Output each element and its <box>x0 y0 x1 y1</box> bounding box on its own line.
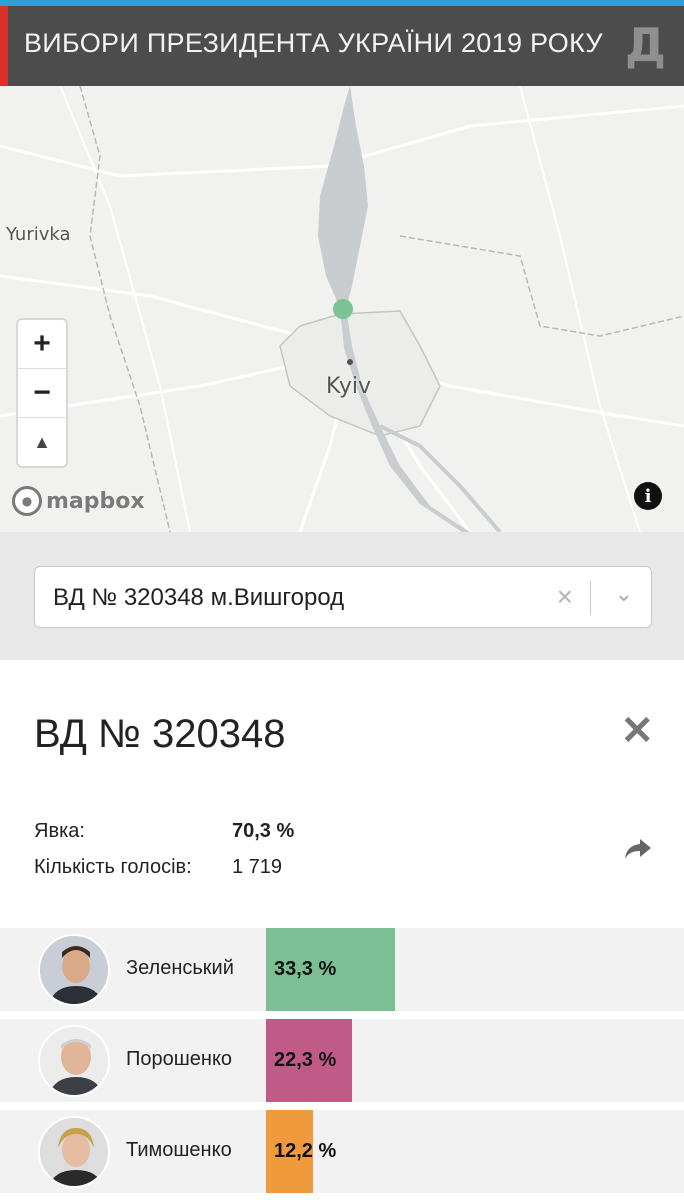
votes-label: Кількість голосів: <box>34 856 192 878</box>
turnout-label: Явка: <box>34 820 85 842</box>
district-select-panel: ВД № 320348 м.Вишгород × ⌄ <box>0 532 684 660</box>
zoom-out-button[interactable]: − <box>18 369 66 418</box>
share-button[interactable] <box>624 836 652 867</box>
district-select-value: ВД № 320348 м.Вишгород <box>53 584 345 611</box>
candidate-row[interactable]: Порошенко 22,3 % <box>0 1019 684 1102</box>
candidate-name: Тимошенко <box>126 1139 232 1161</box>
map-info-button[interactable]: i <box>634 482 662 510</box>
compass-reset-button[interactable]: ▲ <box>18 418 66 467</box>
share-icon <box>625 839 651 859</box>
page-header: ВИБОРИ ПРЕЗИДЕНТА УКРАЇНИ 2019 РОКУ Д <box>0 6 684 86</box>
candidate-percent: 22,3 % <box>274 1049 337 1071</box>
map-view[interactable]: Kyiv Yurivka + − ▲ ● mapbox i <box>0 86 684 532</box>
site-logo[interactable]: Д <box>625 18 666 72</box>
close-icon[interactable]: ✕ <box>620 708 654 754</box>
candidate-name: Порошенко <box>126 1048 233 1070</box>
turnout-value: 70,3 % <box>232 820 295 842</box>
district-select[interactable]: ВД № 320348 м.Вишгород × ⌄ <box>34 566 652 628</box>
select-separator <box>590 581 591 615</box>
candidate-name: Зеленський <box>126 957 234 979</box>
votes-value: 1 719 <box>232 856 283 878</box>
district-title: ВД № 320348 <box>34 712 286 756</box>
candidate-row[interactable]: Зеленський 33,3 % <box>0 928 684 1011</box>
chevron-down-icon[interactable]: ⌄ <box>615 581 633 607</box>
candidate-row[interactable]: Тимошенко 12,2 % <box>0 1110 684 1193</box>
mapbox-icon: ● <box>12 486 42 516</box>
mapbox-wordmark: mapbox <box>46 488 145 514</box>
map-label-kyiv: Kyiv <box>326 374 371 399</box>
candidate-percent: 33,3 % <box>274 958 337 980</box>
page-title: ВИБОРИ ПРЕЗИДЕНТА УКРАЇНИ 2019 РОКУ <box>24 28 603 58</box>
zoom-in-button[interactable]: + <box>18 320 66 369</box>
map-canvas <box>0 86 684 532</box>
map-zoom-controls: + − ▲ <box>16 318 68 468</box>
avatar <box>38 1025 110 1097</box>
compass-icon: ▲ <box>33 432 51 452</box>
mapbox-attribution-logo[interactable]: ● mapbox <box>12 486 145 516</box>
district-detail-card: ВД № 320348 ✕ Явка: 70,3 % Кількість гол… <box>0 660 684 1200</box>
clear-icon[interactable]: × <box>557 581 573 613</box>
avatar <box>38 934 110 1006</box>
map-label-yurivka: Yurivka <box>6 224 71 245</box>
header-accent-bar <box>0 6 8 86</box>
candidate-percent: 12,2 % <box>274 1140 337 1162</box>
avatar <box>38 1116 110 1188</box>
